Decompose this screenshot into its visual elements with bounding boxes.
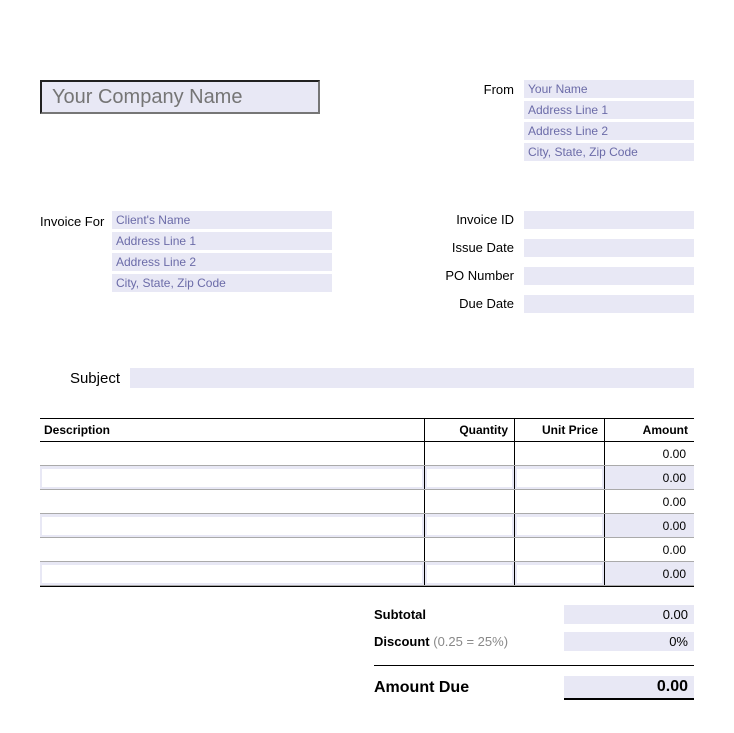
client-city-input[interactable] [112, 274, 332, 292]
row-amount: 0.00 [607, 495, 692, 509]
subtotal-label: Subtotal [374, 607, 426, 622]
po-number-input[interactable] [524, 267, 694, 285]
company-name-input[interactable] [40, 80, 320, 114]
row-description-input[interactable] [42, 469, 422, 487]
row-description-input[interactable] [42, 541, 422, 559]
amount-due-label: Amount Due [374, 679, 564, 697]
due-date-label: Due Date [445, 295, 514, 313]
row-quantity-input[interactable] [427, 517, 512, 535]
row-description-input[interactable] [42, 493, 422, 511]
client-addr2-input[interactable] [112, 253, 332, 271]
invoice-for-label: Invoice For [40, 211, 112, 313]
issue-date-label: Issue Date [445, 239, 514, 257]
row-unitprice-input[interactable] [517, 493, 602, 511]
header-description: Description [40, 419, 424, 441]
invoice-id-input[interactable] [524, 211, 694, 229]
from-city-input[interactable] [524, 143, 694, 161]
header-quantity: Quantity [424, 419, 514, 441]
row-quantity-input[interactable] [427, 541, 512, 559]
row-amount: 0.00 [607, 471, 692, 485]
discount-value: 0% [564, 632, 694, 651]
issue-date-input[interactable] [524, 239, 694, 257]
row-quantity-input[interactable] [427, 565, 512, 583]
row-description-input[interactable] [42, 565, 422, 583]
subtotal-value: 0.00 [564, 605, 694, 624]
invoice-id-label: Invoice ID [445, 211, 514, 229]
from-addr1-input[interactable] [524, 101, 694, 119]
header-unit-price: Unit Price [514, 419, 604, 441]
row-unitprice-input[interactable] [517, 445, 602, 463]
due-date-input[interactable] [524, 295, 694, 313]
row-amount: 0.00 [607, 567, 692, 581]
amount-due-value: 0.00 [564, 676, 694, 700]
row-unitprice-input[interactable] [517, 565, 602, 583]
row-unitprice-input[interactable] [517, 541, 602, 559]
row-amount: 0.00 [607, 447, 692, 461]
row-amount: 0.00 [607, 543, 692, 557]
header-amount: Amount [604, 419, 694, 441]
row-quantity-input[interactable] [427, 469, 512, 487]
row-quantity-input[interactable] [427, 493, 512, 511]
row-description-input[interactable] [42, 517, 422, 535]
from-label: From [464, 80, 524, 161]
row-quantity-input[interactable] [427, 445, 512, 463]
po-number-label: PO Number [445, 267, 514, 285]
row-amount: 0.00 [607, 519, 692, 533]
row-unitprice-input[interactable] [517, 469, 602, 487]
row-unitprice-input[interactable] [517, 517, 602, 535]
row-description-input[interactable] [42, 445, 422, 463]
from-name-input[interactable] [524, 80, 694, 98]
discount-label: Discount [374, 634, 430, 649]
discount-hint: (0.25 = 25%) [430, 634, 508, 649]
subject-label: Subject [40, 370, 130, 387]
client-addr1-input[interactable] [112, 232, 332, 250]
client-name-input[interactable] [112, 211, 332, 229]
from-addr2-input[interactable] [524, 122, 694, 140]
subject-input[interactable] [130, 368, 694, 388]
